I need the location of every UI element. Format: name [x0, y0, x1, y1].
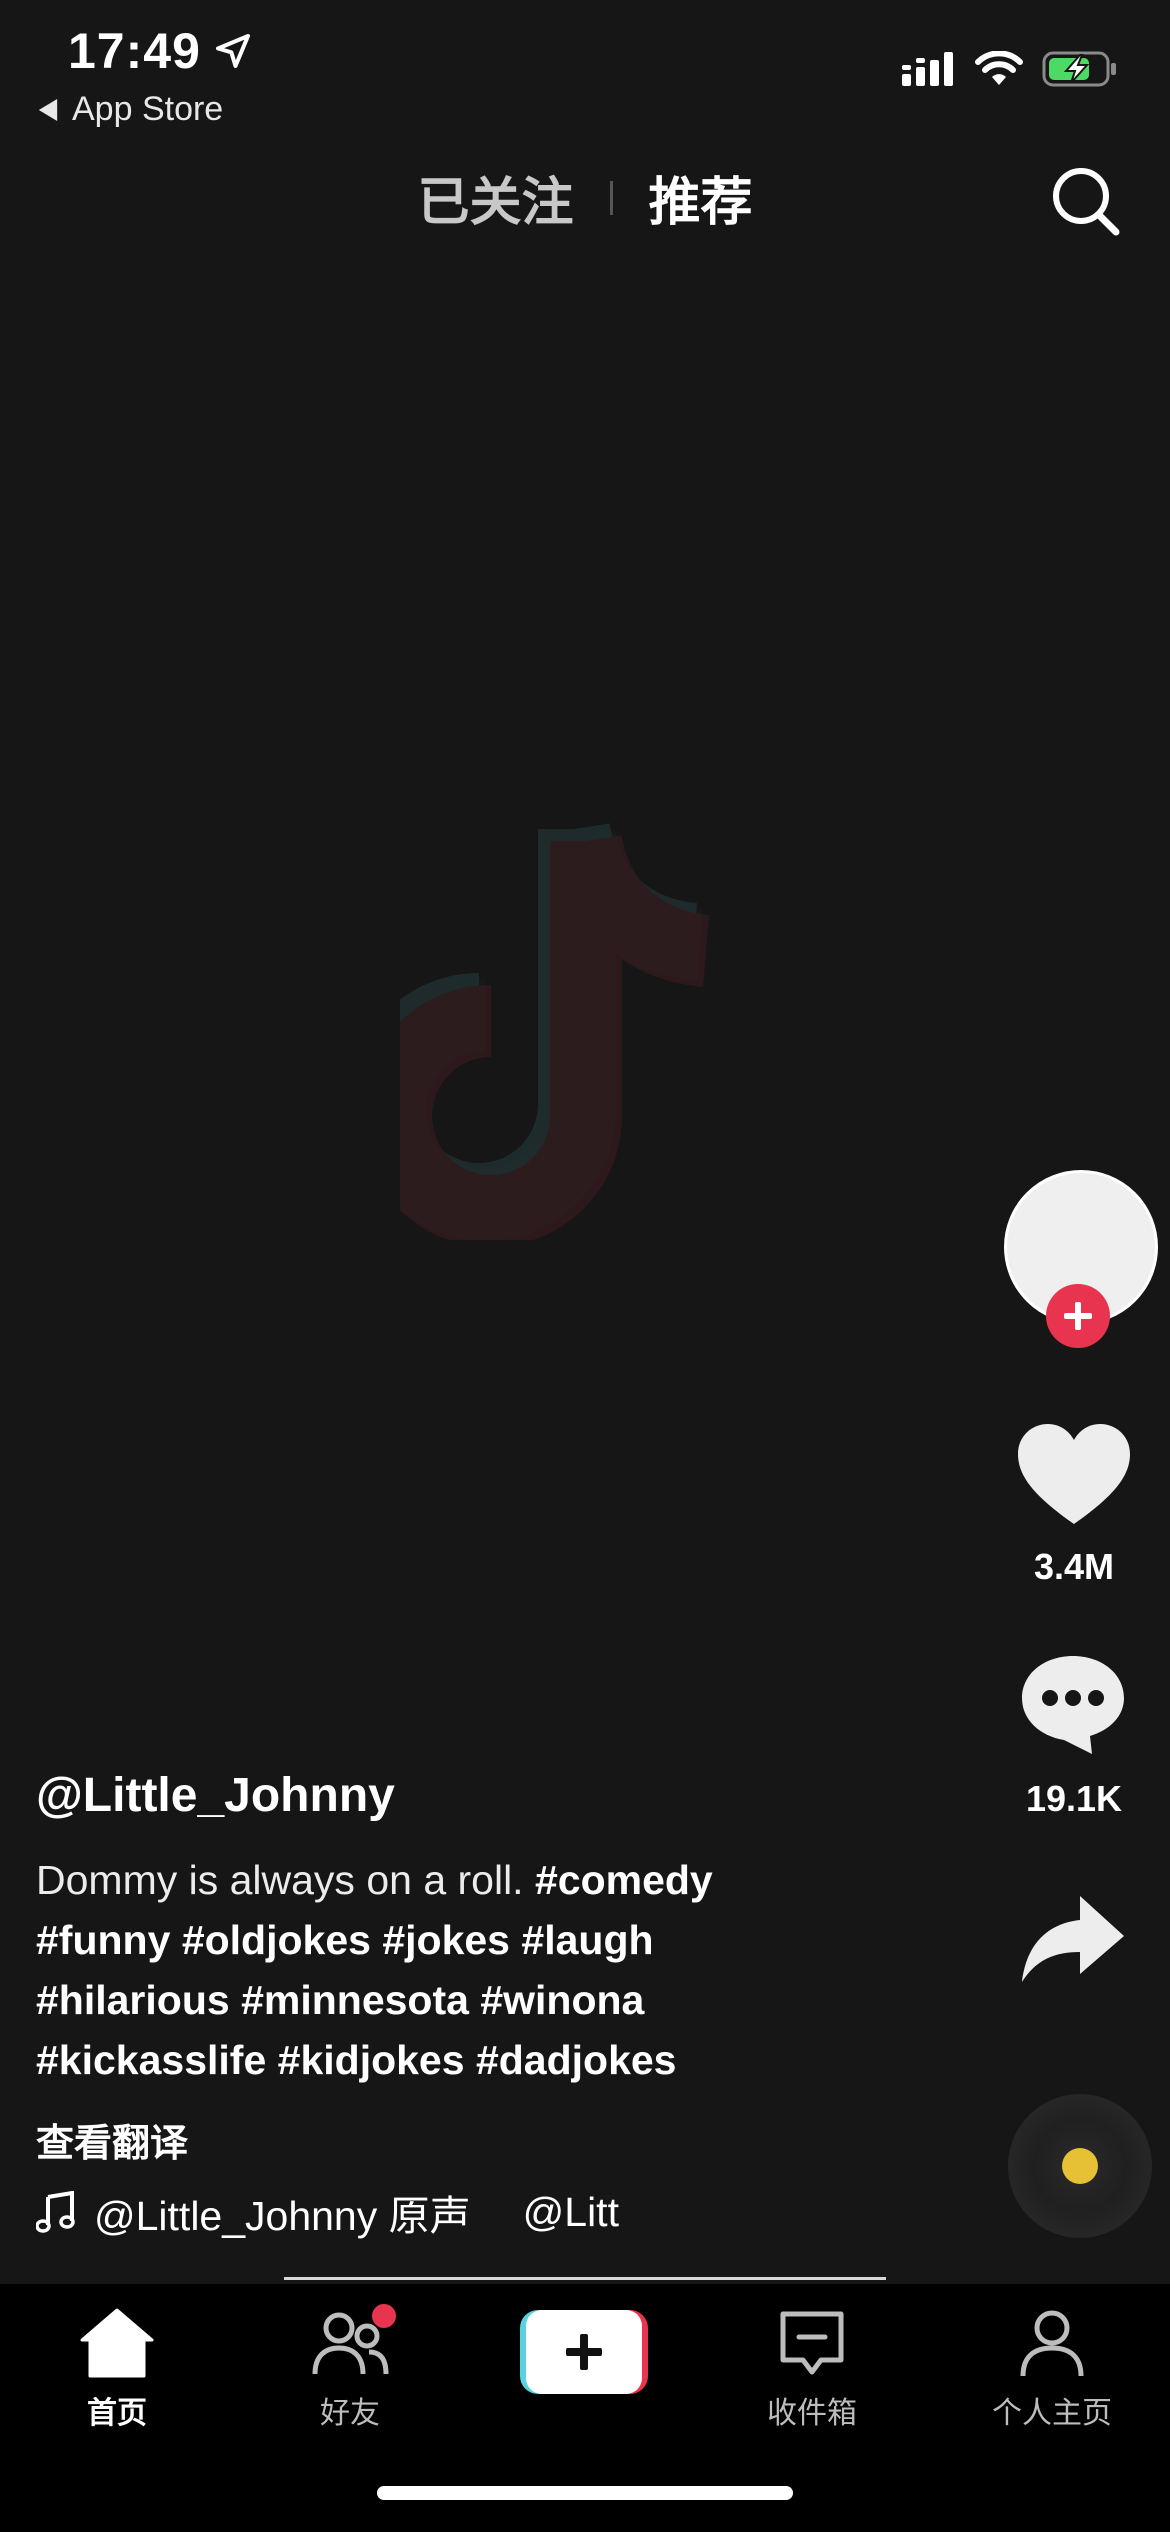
hashtag[interactable]: #hilarious: [36, 1977, 230, 2023]
status-time: 17:49: [68, 22, 253, 80]
share-button[interactable]: [1018, 1890, 1128, 1990]
hashtag[interactable]: #funny: [36, 1917, 170, 1963]
inbox-icon: [780, 2311, 844, 2375]
tiktok-logo-watermark-icon: [348, 820, 770, 1247]
hashtag[interactable]: #comedy: [535, 1857, 713, 1903]
video-progress-bar[interactable]: [284, 2277, 886, 2280]
music-scroll-text: @Litt: [522, 2188, 619, 2235]
music-label: @Little_Johnny 原声: [94, 2193, 471, 2239]
disc-center: [1062, 2148, 1098, 2184]
video-caption: Dommy is always on a roll. #comedy #funn…: [36, 1850, 776, 2090]
like-count: 3.4M: [1033, 1546, 1115, 1587]
music-note-icon: [36, 2191, 75, 2233]
see-translation-link[interactable]: 查看翻译: [36, 2112, 188, 2167]
nav-inbox[interactable]: 收件箱: [722, 2304, 902, 2432]
music-info[interactable]: @Little_Johnny 原声 @Litt: [36, 2182, 636, 2242]
music-disc[interactable]: [1008, 2094, 1152, 2238]
back-app-label: App Store: [72, 90, 224, 128]
nav-home-label: 首页: [87, 2397, 147, 2430]
nav-profile-label: 个人主页: [992, 2397, 1112, 2430]
hashtag[interactable]: #winona: [480, 1977, 644, 2023]
location-arrow-icon: [215, 34, 250, 68]
feed-tabs: 已关注 推荐: [0, 160, 1170, 235]
hashtag[interactable]: #dadjokes: [476, 2037, 677, 2083]
status-icons: [902, 50, 1118, 88]
create-button[interactable]: [520, 2310, 648, 2394]
home-icon: [80, 2308, 154, 2378]
tab-divider: [609, 180, 613, 215]
heart-icon: [1018, 1424, 1130, 1524]
tab-following[interactable]: 已关注: [417, 160, 573, 235]
hashtag[interactable]: #oldjokes: [182, 1917, 371, 1963]
battery-charging-icon: [1042, 51, 1116, 87]
cellular-signal-icon: [902, 52, 953, 86]
nav-friends-label: 好友: [320, 2397, 380, 2430]
nav-profile[interactable]: 个人主页: [962, 2304, 1142, 2432]
hashtag[interactable]: #laugh: [521, 1917, 653, 1963]
comment-button[interactable]: [1018, 1650, 1128, 1760]
share-arrow-icon: [1022, 1896, 1124, 1982]
home-indicator[interactable]: [377, 2486, 793, 2500]
nav-home[interactable]: 首页: [27, 2304, 207, 2432]
notification-dot: [372, 2304, 396, 2328]
tab-for-you[interactable]: 推荐: [649, 160, 753, 235]
nav-friends[interactable]: 好友: [260, 2304, 440, 2432]
search-icon: [1053, 168, 1120, 236]
hashtag[interactable]: #jokes: [382, 1917, 510, 1963]
back-triangle-icon: [38, 98, 58, 121]
back-to-app-link[interactable]: App Store: [38, 90, 223, 129]
follow-button[interactable]: [1046, 1284, 1110, 1348]
like-button[interactable]: [1014, 1420, 1134, 1530]
comment-count: 19.1K: [1025, 1778, 1123, 1819]
search-button[interactable]: [1046, 160, 1126, 240]
nav-inbox-label: 收件箱: [767, 2397, 857, 2430]
wifi-icon: [975, 51, 1023, 85]
hashtag[interactable]: #kickasslife: [36, 2037, 266, 2083]
caption-text: Dommy is always on a roll.: [36, 1857, 535, 1903]
profile-icon: [1020, 2310, 1084, 2377]
plus-icon: [1064, 1302, 1092, 1330]
hashtag[interactable]: #minnesota: [241, 1977, 469, 2023]
comment-bubble-icon: [1022, 1656, 1124, 1754]
time-label: 17:49: [68, 23, 201, 79]
hashtag[interactable]: #kidjokes: [278, 2037, 465, 2083]
creator-username[interactable]: @Little_Johnny: [36, 1768, 395, 1823]
